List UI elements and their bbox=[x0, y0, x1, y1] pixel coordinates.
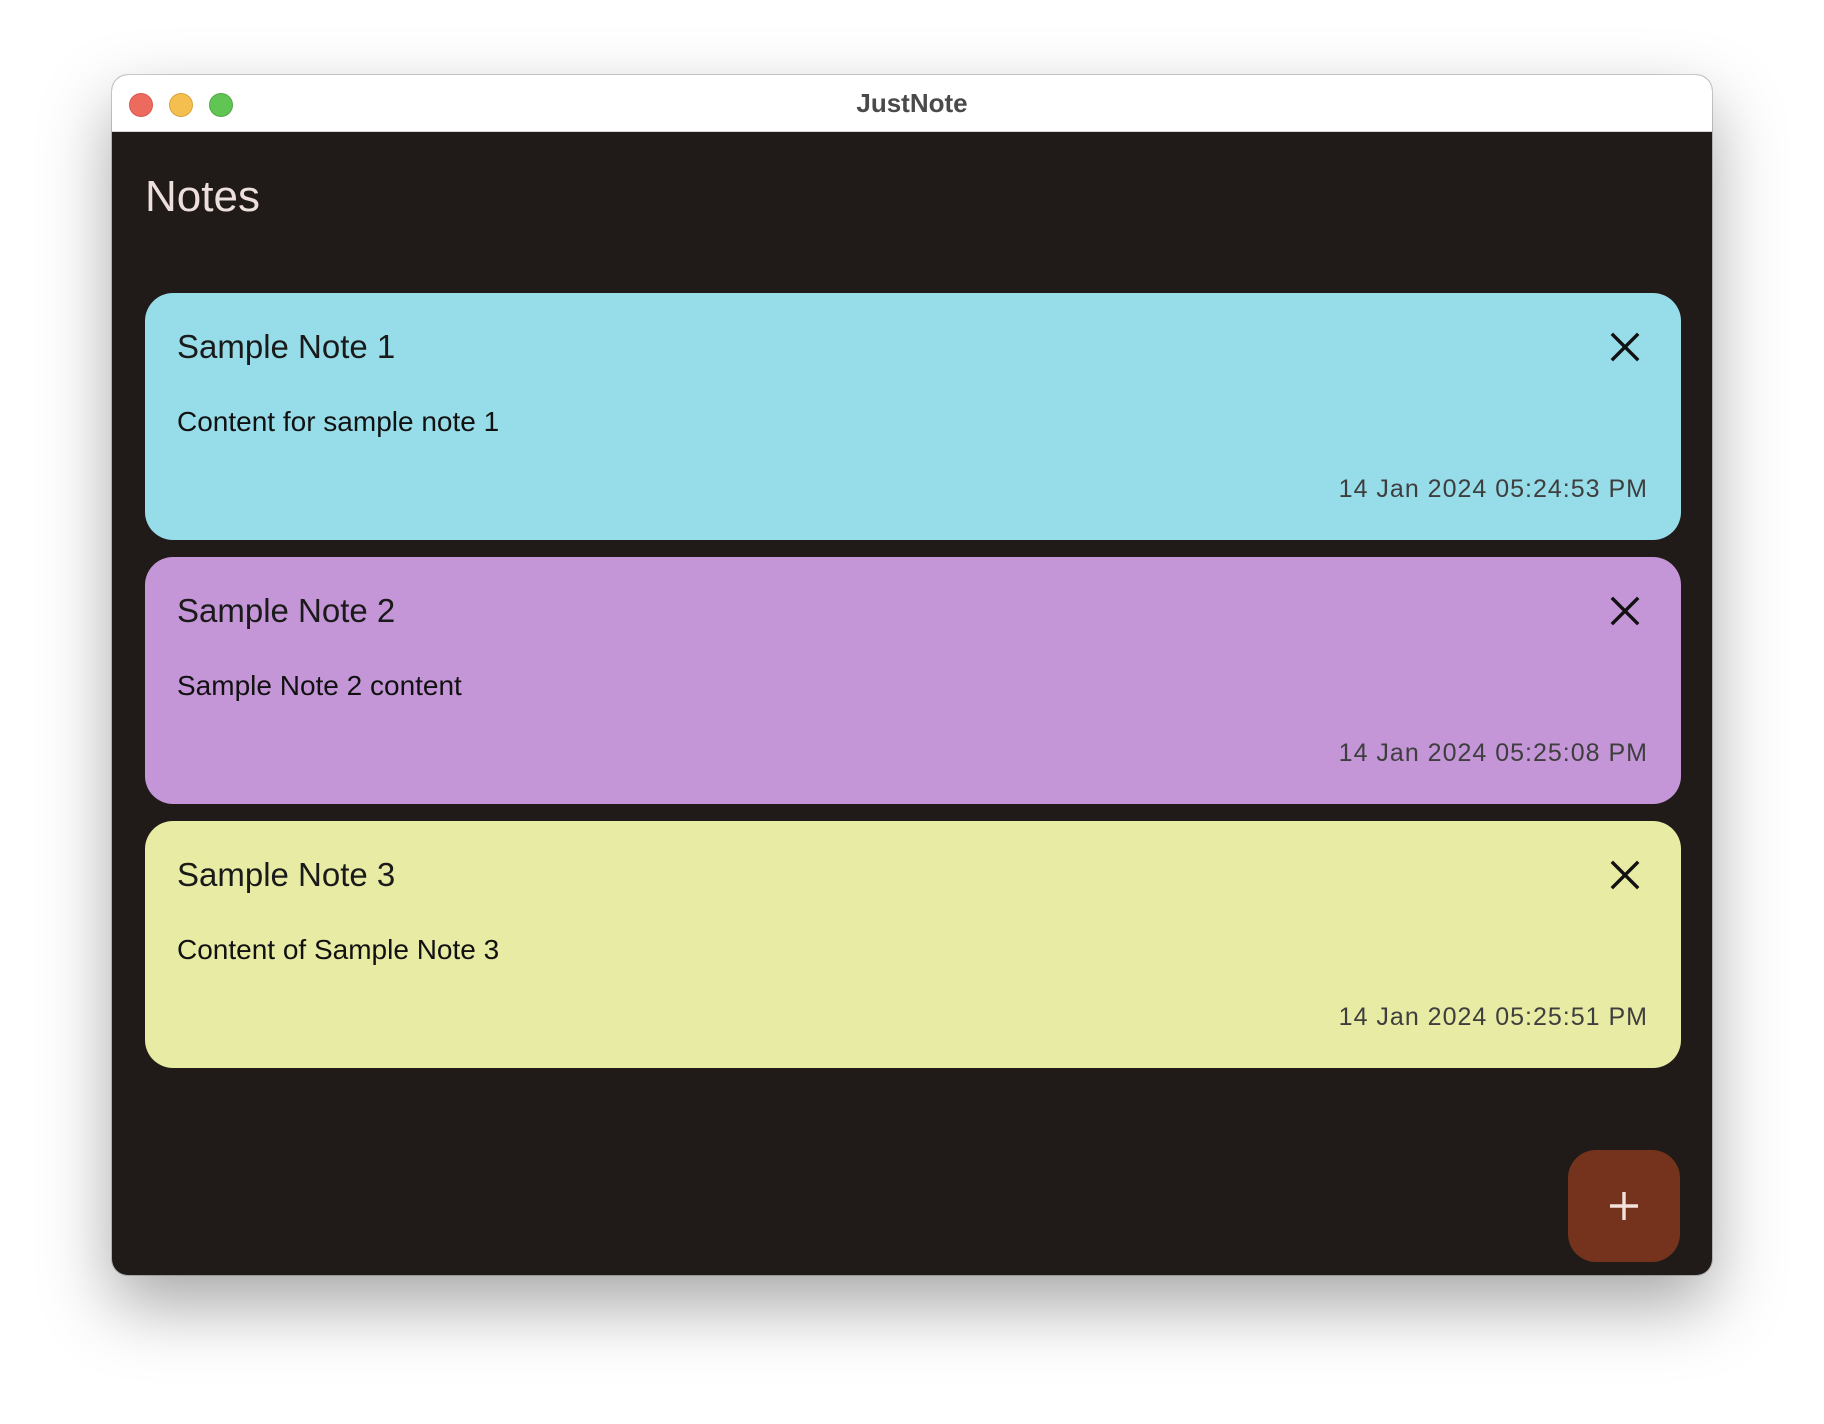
delete-note-button[interactable] bbox=[1599, 849, 1651, 901]
window-title: JustNote bbox=[856, 88, 968, 118]
note-content: Sample Note 2 content bbox=[177, 670, 462, 701]
page-title: Notes bbox=[145, 172, 260, 221]
note-card[interactable]: Sample Note 1 Content for sample note 1 … bbox=[145, 293, 1681, 540]
close-icon bbox=[1610, 332, 1640, 362]
delete-note-button[interactable] bbox=[1599, 585, 1651, 637]
note-card[interactable]: Sample Note 2 Sample Note 2 content 14 J… bbox=[145, 557, 1681, 804]
add-note-button[interactable] bbox=[1568, 1150, 1680, 1262]
title-bar: JustNote bbox=[112, 75, 1712, 132]
note-content: Content of Sample Note 3 bbox=[177, 934, 500, 965]
note-timestamp: 14 Jan 2024 05:25:51 PM bbox=[1338, 1003, 1648, 1031]
note-title: Sample Note 2 bbox=[177, 592, 396, 629]
note-content: Content for sample note 1 bbox=[177, 406, 500, 437]
main-content: Notes Sample Note 1 Content for sample n… bbox=[112, 132, 1712, 1275]
app-window: JustNote Notes Sample Note 1 Content for… bbox=[112, 75, 1712, 1275]
close-icon bbox=[1610, 596, 1640, 626]
delete-note-button[interactable] bbox=[1599, 321, 1651, 373]
note-title: Sample Note 1 bbox=[177, 328, 396, 365]
note-timestamp: 14 Jan 2024 05:25:08 PM bbox=[1338, 739, 1648, 767]
note-title: Sample Note 3 bbox=[177, 856, 396, 893]
note-list: Sample Note 1 Content for sample note 1 … bbox=[145, 293, 1681, 1085]
note-timestamp: 14 Jan 2024 05:24:53 PM bbox=[1338, 475, 1648, 503]
plus-icon bbox=[1610, 1192, 1638, 1220]
note-card[interactable]: Sample Note 3 Content of Sample Note 3 1… bbox=[145, 821, 1681, 1068]
close-icon bbox=[1610, 860, 1640, 890]
